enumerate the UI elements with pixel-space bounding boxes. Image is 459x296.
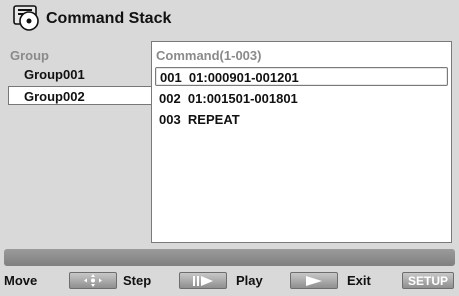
- step-button[interactable]: [179, 272, 227, 289]
- status-bar: [4, 249, 455, 266]
- window-title: Command Stack: [46, 10, 172, 27]
- setup-button[interactable]: SETUP: [402, 272, 454, 289]
- step-icon: [191, 275, 215, 287]
- command-row[interactable]: 002 01:001501-001801: [155, 89, 448, 108]
- command-stack-icon: [12, 3, 42, 33]
- play-button[interactable]: [290, 272, 338, 289]
- group-panel: Group Group001 Group002: [0, 38, 152, 243]
- move-label: Move: [4, 273, 38, 288]
- play-label: Play: [236, 273, 263, 288]
- group-header: Group: [10, 48, 49, 63]
- play-icon: [302, 275, 326, 287]
- exit-label: Exit: [347, 273, 371, 288]
- directional-pad-icon: [82, 274, 104, 287]
- move-button[interactable]: [69, 272, 117, 289]
- footer-bar: Move Step Play Exit SETUP: [0, 270, 459, 292]
- command-row[interactable]: 003 REPEAT: [155, 110, 448, 129]
- group-item-group001[interactable]: Group001: [10, 65, 150, 84]
- command-panel: Command(1-003) 001 01:000901-001201 002 …: [151, 41, 452, 243]
- command-row[interactable]: 001 01:000901-001201: [155, 67, 448, 86]
- group-item-group002[interactable]: Group002: [8, 86, 152, 105]
- title-bar: Command Stack: [0, 0, 459, 38]
- command-header: Command(1-003): [156, 48, 262, 63]
- step-label: Step: [123, 273, 152, 288]
